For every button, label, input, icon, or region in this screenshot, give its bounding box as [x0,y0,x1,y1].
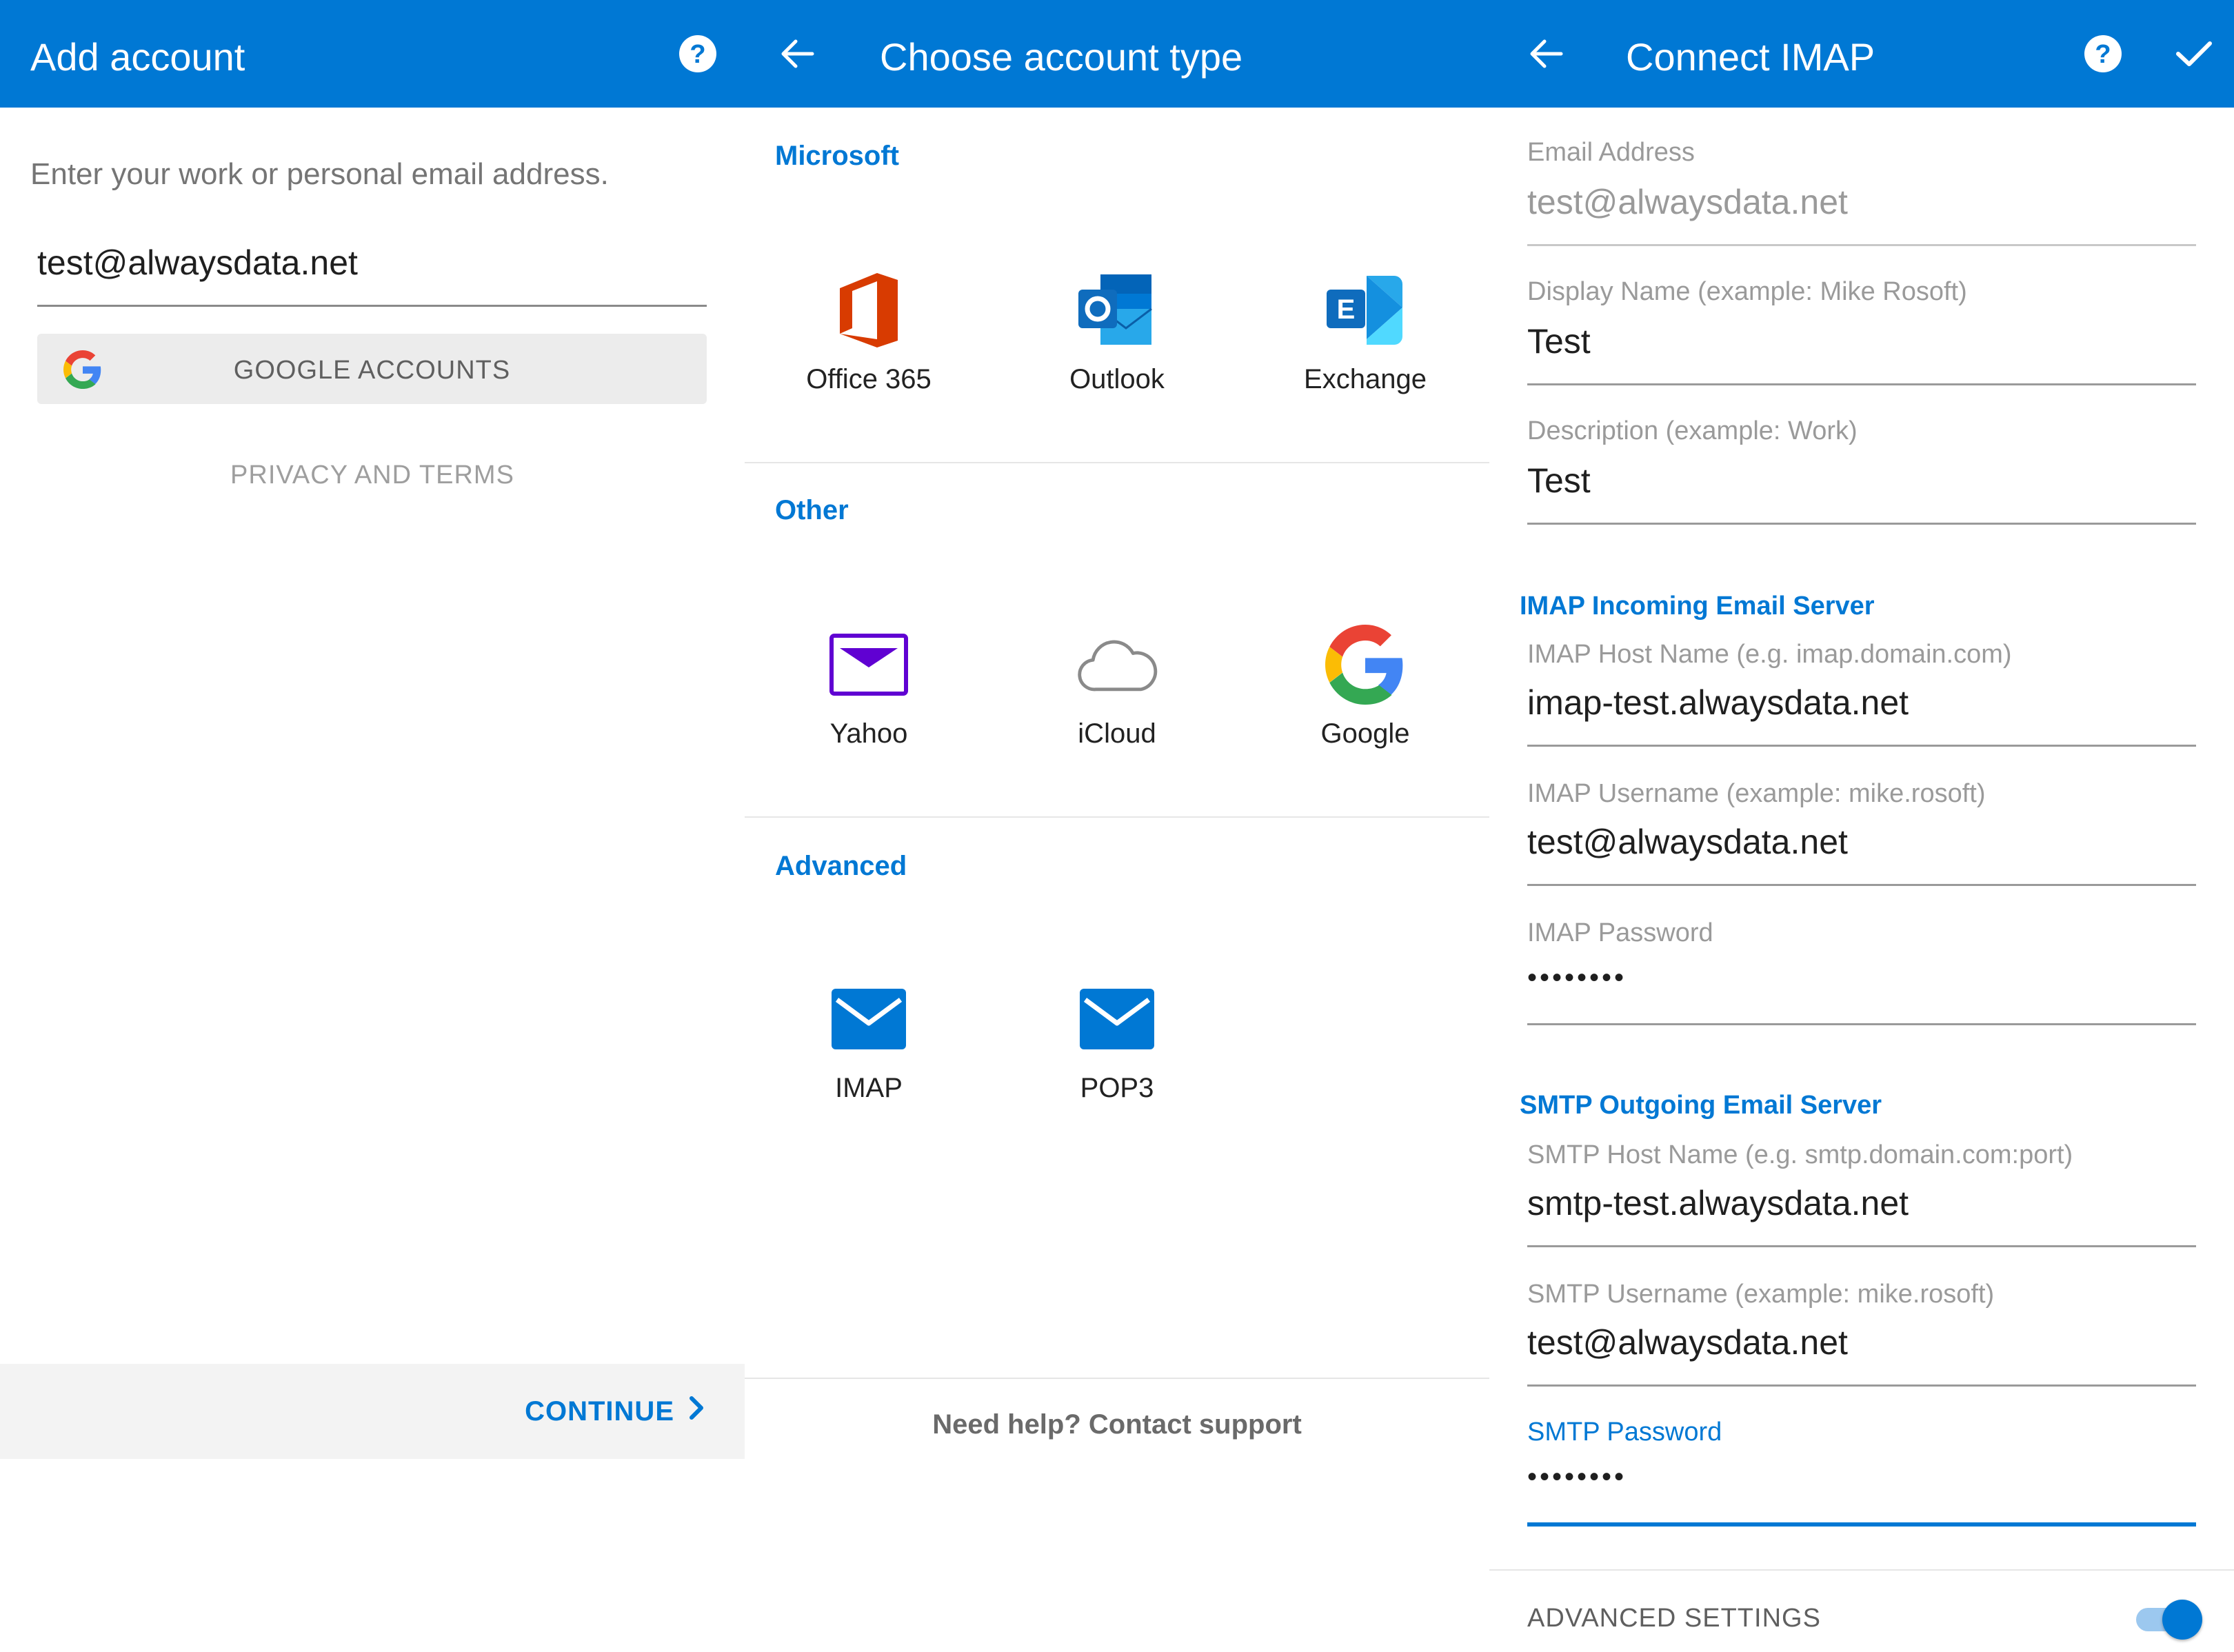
help-icon[interactable]: ? [2075,0,2131,108]
tile-label: Google [1320,718,1410,749]
connect-imap-screen: Connect IMAP ? Email Address test@always… [1489,0,2234,1652]
screen-title: Connect IMAP [1626,35,1875,79]
back-arrow-icon[interactable] [769,0,825,108]
field-underline [1527,244,2196,246]
section-divider [745,816,1489,818]
add-account-screen: Add account ? Enter your work or persona… [0,0,745,1652]
tile-label: Outlook [1069,364,1165,394]
section-divider [1489,1569,2234,1571]
toggle-knob [2162,1600,2202,1640]
outlook-icon [1076,269,1158,352]
display-name-field[interactable]: Test [1527,321,1591,361]
exchange-icon: E [1324,269,1407,352]
field-underline [1527,1023,2196,1025]
checkmark-icon[interactable] [2166,0,2222,108]
app-bar: Connect IMAP ? [1489,0,2234,108]
office365-icon [827,269,910,352]
smtp-host-label: SMTP Host Name (e.g. smtp.domain.com:por… [1527,1140,2073,1169]
continue-bar: CONTINUE [0,1364,745,1459]
mail-icon [827,978,910,1060]
app-bar: Add account ? [0,0,745,108]
tile-label: IMAP [835,1073,903,1103]
smtp-section-heading: SMTP Outgoing Email Server [1520,1091,1882,1120]
footer-divider [745,1378,1489,1379]
smtp-host-field[interactable]: smtp-test.alwaysdata.net [1527,1183,1909,1223]
section-microsoft: Microsoft [775,141,899,171]
tile-label: Office 365 [806,364,932,394]
tile-pop3[interactable]: POP3 [993,978,1241,1157]
tile-label: POP3 [1080,1073,1154,1103]
tile-label: Yahoo [829,718,908,749]
imap-host-label: IMAP Host Name (e.g. imap.domain.com) [1527,640,2012,669]
continue-label: CONTINUE [525,1396,674,1427]
advanced-settings-label: ADVANCED SETTINGS [1527,1604,1821,1633]
field-underline [1527,1384,2196,1387]
email-address-field: test@alwaysdata.net [1527,183,1848,221]
continue-button[interactable]: CONTINUE [525,1364,705,1459]
svg-text:?: ? [2095,40,2111,69]
smtp-username-label: SMTP Username (example: mike.rosoft) [1527,1280,1995,1309]
app-bar: Choose account type [745,0,1489,108]
field-underline [1527,745,2196,747]
help-icon[interactable]: ? [670,0,725,108]
field-underline [1527,1245,2196,1247]
field-underline [1527,383,2196,385]
imap-host-field[interactable]: imap-test.alwaysdata.net [1527,683,1909,723]
imap-password-label: IMAP Password [1527,918,1713,947]
description-field[interactable]: Test [1527,461,1591,501]
svg-text:?: ? [690,40,705,69]
tile-office365[interactable]: Office 365 [745,269,993,448]
privacy-and-terms-link[interactable]: PRIVACY AND TERMS [0,461,745,490]
google-accounts-button[interactable]: GOOGLE ACCOUNTS [37,334,707,404]
tile-label: Exchange [1304,364,1427,394]
imap-section-heading: IMAP Incoming Email Server [1520,592,1875,621]
tile-icloud[interactable]: iCloud [993,623,1241,803]
screen-title: Add account [30,35,245,79]
google-accounts-label: GOOGLE ACCOUNTS [233,356,511,385]
choose-account-type-screen: Choose account type Microsoft Office 365… [745,0,1489,1652]
imap-username-field[interactable]: test@alwaysdata.net [1527,822,1848,862]
description-label: Description (example: Work) [1527,416,1858,445]
imap-password-field[interactable]: •••••••• [1527,963,1627,994]
chevron-right-icon [688,1362,705,1460]
smtp-username-field[interactable]: test@alwaysdata.net [1527,1322,1848,1362]
svg-text:E: E [1337,294,1356,325]
email-input-underline [37,305,707,307]
tile-imap[interactable]: IMAP [745,978,993,1157]
smtp-password-label: SMTP Password [1527,1418,1722,1447]
email-input[interactable]: test@alwaysdata.net [37,243,358,283]
field-underline-focused [1527,1522,2196,1527]
field-underline [1527,523,2196,525]
section-other: Other [775,495,849,525]
imap-username-label: IMAP Username (example: mike.rosoft) [1527,779,1986,808]
display-name-label: Display Name (example: Mike Rosoft) [1527,277,1967,306]
field-underline [1527,884,2196,886]
advanced-settings-toggle[interactable] [2136,1598,2202,1640]
tile-google[interactable]: Google [1241,623,1489,803]
screen-title: Choose account type [880,35,1243,79]
back-arrow-icon[interactable] [1518,0,1573,108]
email-hint: Enter your work or personal email addres… [30,157,609,191]
google-icon [1324,623,1407,706]
tile-exchange[interactable]: E Exchange [1241,269,1489,448]
yahoo-mail-icon [827,623,910,706]
smtp-password-field[interactable]: •••••••• [1527,1462,1627,1493]
contact-support-link[interactable]: Need help? Contact support [745,1409,1489,1440]
icloud-icon [1076,623,1158,706]
section-advanced: Advanced [775,851,907,881]
tile-yahoo[interactable]: Yahoo [745,623,993,803]
email-address-label: Email Address [1527,138,1695,167]
tile-label: iCloud [1078,718,1156,749]
section-divider [745,462,1489,463]
tile-outlook[interactable]: Outlook [993,269,1241,448]
mail-icon [1076,978,1158,1060]
